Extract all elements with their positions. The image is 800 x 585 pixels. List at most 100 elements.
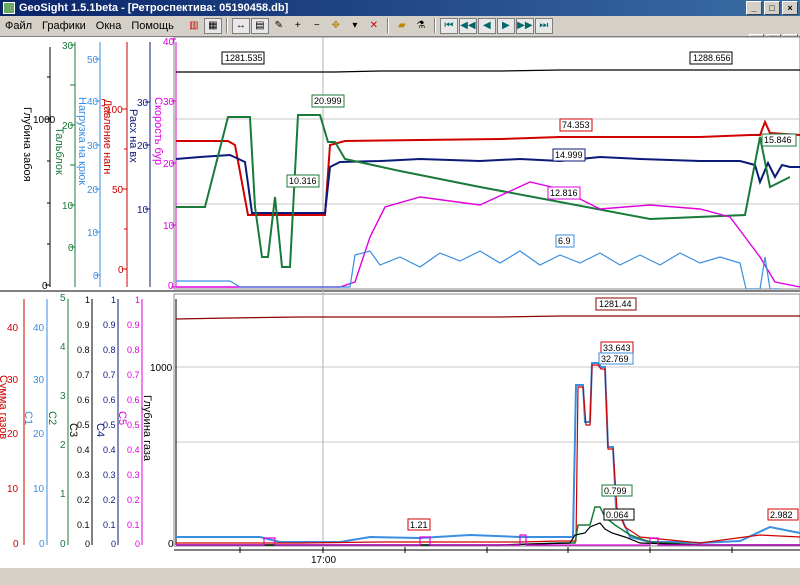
- delete-icon[interactable]: ✕: [365, 18, 383, 34]
- axis-tick: 10: [163, 221, 175, 232]
- axis-tick: 0.8: [127, 345, 140, 355]
- time-axis: 17:00: [174, 547, 800, 566]
- axis-tick: 20: [33, 429, 45, 440]
- axis-tick: 0: [60, 539, 66, 550]
- axis-tick: 10: [62, 201, 74, 212]
- axis-tick: 0.7: [77, 370, 90, 380]
- axis-title: Давление нагн: [101, 99, 113, 174]
- axis-tick: 0.5: [127, 420, 140, 430]
- axis-tick: 0.9: [77, 320, 90, 330]
- axis-tick: 0.3: [103, 470, 116, 480]
- arrow-down-icon[interactable]: ▾: [346, 18, 364, 34]
- axis-tick: 0.2: [127, 495, 140, 505]
- value-label: 1288.656: [693, 53, 731, 63]
- axis-tick: 30: [87, 141, 99, 152]
- bottom-axes: 40 30 20 10 0 40 30 20 10 0 5 4 3 2 1 0 …: [0, 293, 177, 550]
- plus-icon[interactable]: +: [289, 18, 307, 34]
- value-label: 10.316: [289, 176, 317, 186]
- move-icon[interactable]: ✥: [327, 18, 345, 34]
- value-label: 20.999: [314, 96, 342, 106]
- axis-tick: 0.7: [127, 370, 140, 380]
- axis-title: С1: [22, 411, 34, 425]
- axis-tick: 20: [87, 185, 99, 196]
- menu-file[interactable]: Файл: [0, 20, 37, 32]
- menu-bar: Файл Графики Окна Помощь ▥ ▦ ↔ ▤ ✎ + − ✥…: [0, 16, 800, 47]
- axis-tick: 30: [163, 97, 175, 108]
- close-button[interactable]: ×: [782, 1, 798, 15]
- axis-tick: 0.6: [77, 395, 90, 405]
- menu-help[interactable]: Помощь: [126, 20, 179, 32]
- time-label: 17:00: [311, 555, 336, 566]
- last-icon[interactable]: ⏭: [534, 17, 553, 34]
- axis-tick: 40: [163, 37, 175, 48]
- axis-tick: 3: [60, 391, 66, 402]
- axis-tick: 1: [85, 295, 90, 305]
- axis-tick: 20: [163, 159, 175, 170]
- axis-tick: 0: [118, 265, 124, 276]
- next-icon[interactable]: ▶: [496, 17, 515, 34]
- maximize-button[interactable]: □: [764, 1, 780, 15]
- axis-tick: 0.3: [77, 470, 90, 480]
- axis-title: Расх на вх: [127, 109, 139, 163]
- axis-tick: 0.7: [103, 370, 116, 380]
- axis-tick: 40: [7, 323, 19, 334]
- value-label: 12.816: [550, 188, 578, 198]
- axis-tick: 0: [135, 539, 140, 549]
- value-label: 33.643: [603, 343, 631, 353]
- layout-icon[interactable]: ▤: [250, 17, 269, 34]
- value-label: 1281.535: [225, 53, 263, 63]
- status-strip: [0, 568, 800, 582]
- next-page-icon[interactable]: ▶▶: [515, 17, 534, 34]
- cursor-icon[interactable]: ↔: [231, 17, 250, 34]
- axis-tick: 0: [13, 539, 19, 550]
- value-label: 74.353: [562, 120, 590, 130]
- prev-icon[interactable]: ◀: [477, 17, 496, 34]
- axis-tick: 0: [168, 281, 174, 292]
- grid-icon[interactable]: ▦: [203, 17, 222, 34]
- folder-icon[interactable]: ▰: [393, 18, 411, 34]
- axis-tick: 10: [137, 205, 149, 216]
- app-icon: [3, 2, 15, 14]
- axis-tick: 0: [85, 539, 90, 549]
- axis-tick: 0: [93, 271, 99, 282]
- axis-tick: 1000: [150, 363, 173, 374]
- bar-chart-icon[interactable]: ▥: [185, 18, 203, 34]
- value-label: 1.21: [410, 520, 428, 530]
- axis-tick: 0.9: [103, 320, 116, 330]
- filter-icon[interactable]: ⚗: [412, 18, 430, 34]
- axis-tick: 0.6: [103, 395, 116, 405]
- value-label: 0.799: [604, 486, 627, 496]
- wrench-icon[interactable]: ✎: [270, 18, 288, 34]
- axis-tick: 2: [60, 440, 66, 451]
- axis-tick: 30: [137, 98, 149, 109]
- axis-tick: 40: [33, 323, 45, 334]
- axis-tick: 30: [33, 375, 45, 386]
- axis-tick: 1: [111, 295, 116, 305]
- axis-tick: 10: [33, 484, 45, 495]
- axis-title: С3: [67, 423, 79, 437]
- first-icon[interactable]: ⏮: [439, 17, 458, 34]
- menu-windows[interactable]: Окна: [91, 20, 127, 32]
- axis-tick: 0: [39, 539, 45, 550]
- axis-tick: 50: [87, 55, 99, 66]
- bottom-plot-area[interactable]: [173, 293, 800, 547]
- chart-canvas[interactable]: 1000 0 30 20 10 0 50 40 30 20 10 0 100 5…: [0, 36, 800, 582]
- value-label: 32.769: [601, 354, 629, 364]
- axis-title: С4: [94, 423, 106, 437]
- top-axes: 1000 0 30 20 10 0 50 40 30 20 10 0 10 0 5…: [21, 37, 177, 292]
- menu-charts[interactable]: Графики: [37, 20, 91, 32]
- minimize-button[interactable]: _: [746, 1, 762, 15]
- axis-title: С5: [116, 411, 128, 425]
- axis-tick: 0.3: [127, 470, 140, 480]
- axis-tick: 1: [135, 295, 140, 305]
- axis-tick: 0: [168, 539, 174, 550]
- prev-page-icon[interactable]: ◀◀: [458, 17, 477, 34]
- axis-tick: 0.6: [127, 395, 140, 405]
- axis-tick: 0.1: [77, 520, 90, 530]
- axis-title: С2: [46, 411, 58, 425]
- axis-tick: 0.8: [103, 345, 116, 355]
- minus-icon[interactable]: −: [308, 18, 326, 34]
- axis-tick: 5: [60, 293, 66, 304]
- axis-title: Глубина газа: [141, 395, 153, 462]
- axis-tick: 30: [62, 41, 74, 52]
